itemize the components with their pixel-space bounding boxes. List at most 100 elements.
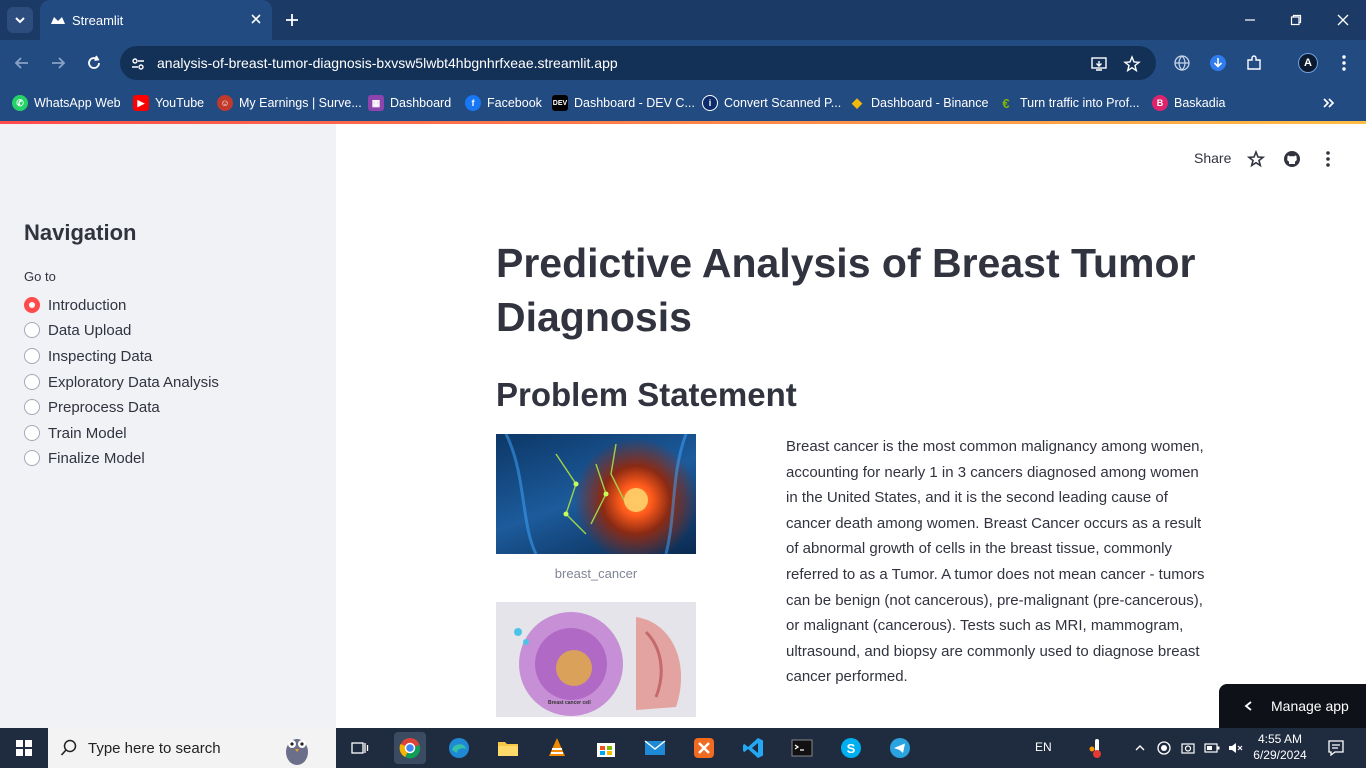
breast-cancer-cell-diagram: Breast cancer cell (496, 602, 696, 717)
new-tab-button[interactable] (282, 10, 302, 30)
traffic-icon: € (1002, 95, 1010, 111)
chrome-taskbar-icon[interactable] (394, 732, 426, 764)
bookmark-label: WhatsApp Web (34, 96, 121, 110)
mail-icon[interactable] (639, 732, 671, 764)
star-icon[interactable] (1245, 148, 1267, 170)
telegram-icon[interactable] (884, 732, 916, 764)
radio-option-eda[interactable]: Exploratory Data Analysis (24, 371, 219, 393)
system-clock[interactable]: 4:55 AM 6/29/2024 (1250, 731, 1310, 763)
notifications-icon[interactable] (1320, 732, 1352, 764)
globe-extension-icon[interactable] (1171, 52, 1193, 74)
bookmark-whatsapp[interactable]: ✆ WhatsApp Web (12, 93, 121, 113)
site-info-icon[interactable] (128, 54, 148, 74)
sidebar: Navigation Go to Introduction Data Uploa… (0, 124, 336, 728)
streamlit-favicon-icon (51, 17, 65, 24)
language-indicator[interactable]: EN (1035, 740, 1052, 754)
radio-group-label: Go to (24, 269, 56, 284)
record-icon[interactable] (1154, 732, 1174, 764)
bookmark-dashboard[interactable]: ▦ Dashboard (368, 93, 451, 113)
reload-icon (88, 55, 100, 69)
radio-option-data-upload[interactable]: Data Upload (24, 319, 131, 341)
manage-app-button[interactable]: Manage app (1219, 684, 1366, 728)
radio-label: Introduction (48, 296, 127, 314)
tab-close-icon[interactable] (248, 11, 264, 27)
bookmark-youtube[interactable]: ▶ YouTube (133, 93, 204, 113)
camera-icon[interactable] (1178, 732, 1198, 764)
bookmark-label: Turn traffic into Prof... (1020, 96, 1140, 110)
browser-tab-streamlit[interactable]: Streamlit (40, 0, 272, 40)
vlc-icon[interactable] (541, 732, 573, 764)
bookmark-star-icon[interactable] (1122, 54, 1142, 74)
minimize-button[interactable] (1240, 10, 1260, 30)
radio-selected-icon (24, 297, 40, 313)
browser-toolbar: analysis-of-breast-tumor-diagnosis-bxvsw… (0, 40, 1366, 85)
share-button[interactable]: Share (1194, 150, 1231, 166)
bookmark-label: Convert Scanned P... (724, 96, 842, 110)
bookmark-my-earnings[interactable]: ☺ My Earnings | Surve... (217, 93, 362, 113)
radio-option-train-model[interactable]: Train Model (24, 422, 127, 444)
install-app-icon[interactable] (1089, 54, 1109, 74)
task-view-icon[interactable] (344, 732, 376, 764)
earnings-icon: ☺ (217, 95, 233, 111)
reload-button[interactable] (83, 52, 105, 74)
microsoft-store-icon[interactable] (590, 732, 622, 764)
volume-muted-icon[interactable] (1226, 732, 1246, 764)
tab-search-button[interactable] (7, 7, 33, 33)
address-bar[interactable]: analysis-of-breast-tumor-diagnosis-bxvsw… (120, 46, 1156, 80)
problem-statement-paragraph: Breast cancer is the most common maligna… (786, 438, 1205, 686)
radio-option-finalize-model[interactable]: Finalize Model (24, 447, 145, 469)
forward-button[interactable] (47, 52, 69, 74)
close-icon (1337, 14, 1349, 26)
chrome-menu-icon[interactable] (1333, 52, 1355, 74)
back-button[interactable] (11, 52, 33, 74)
chevron-down-icon (15, 17, 25, 24)
edge-taskbar-icon[interactable] (443, 732, 475, 764)
battery-icon[interactable] (1202, 732, 1222, 764)
radio-label: Train Model (48, 424, 127, 442)
manage-app-label: Manage app (1271, 698, 1349, 714)
github-icon[interactable] (1281, 148, 1303, 170)
minimize-icon (1245, 19, 1255, 21)
start-button[interactable] (8, 732, 40, 764)
svg-text:S: S (847, 741, 856, 756)
radio-label: Preprocess Data (48, 398, 160, 416)
radio-unselected-icon (24, 374, 40, 390)
download-icon[interactable] (1207, 52, 1229, 74)
radio-option-inspecting-data[interactable]: Inspecting Data (24, 345, 152, 367)
main-content: Share Predictive Analysis of Breast Tumo… (336, 124, 1366, 728)
radio-unselected-icon (24, 425, 40, 441)
youtube-icon: ▶ (133, 95, 149, 111)
profile-avatar-icon[interactable]: A (1298, 53, 1318, 73)
bookmark-dev-community[interactable]: DEV Dashboard - DEV C... (552, 93, 695, 113)
bookmark-facebook[interactable]: f Facebook (465, 93, 542, 113)
bookmark-turn-traffic[interactable]: € Turn traffic into Prof... (998, 93, 1140, 113)
convert-icon: i (702, 95, 718, 111)
taskbar-search[interactable]: Type here to search (48, 728, 336, 768)
more-options-icon[interactable] (1317, 148, 1339, 170)
bookmark-label: Facebook (487, 96, 542, 110)
skype-icon[interactable]: S (835, 732, 867, 764)
bookmark-baskadia[interactable]: B Baskadia (1152, 93, 1225, 113)
browser-tab-strip: Streamlit (0, 0, 1366, 40)
xampp-icon[interactable] (688, 732, 720, 764)
bird-search-highlight-icon (286, 739, 308, 765)
bookmarks-overflow-button[interactable] (1322, 93, 1336, 113)
page-title: Predictive Analysis of Breast Tumor Diag… (496, 240, 1196, 340)
radio-option-introduction[interactable]: Introduction (24, 294, 126, 316)
chevron-up-icon[interactable] (1130, 732, 1150, 764)
arrow-left-icon (14, 57, 28, 69)
restore-button[interactable] (1286, 10, 1306, 30)
close-window-button[interactable] (1333, 10, 1353, 30)
search-icon (60, 739, 77, 756)
bookmark-convert-scanned[interactable]: i Convert Scanned P... (702, 93, 841, 113)
radio-option-preprocess-data[interactable]: Preprocess Data (24, 396, 160, 418)
file-explorer-icon[interactable] (492, 732, 524, 764)
bookmark-binance[interactable]: ◆ Dashboard - Binance (849, 93, 988, 113)
dashboard-icon: ▦ (368, 95, 384, 111)
temperature-widget-icon[interactable] (1081, 732, 1113, 764)
extensions-puzzle-icon[interactable] (1243, 52, 1265, 74)
terminal-icon[interactable] (786, 732, 818, 764)
diagram-label: Breast cancer cell (548, 700, 591, 706)
vscode-icon[interactable] (737, 732, 769, 764)
radio-unselected-icon (24, 348, 40, 364)
